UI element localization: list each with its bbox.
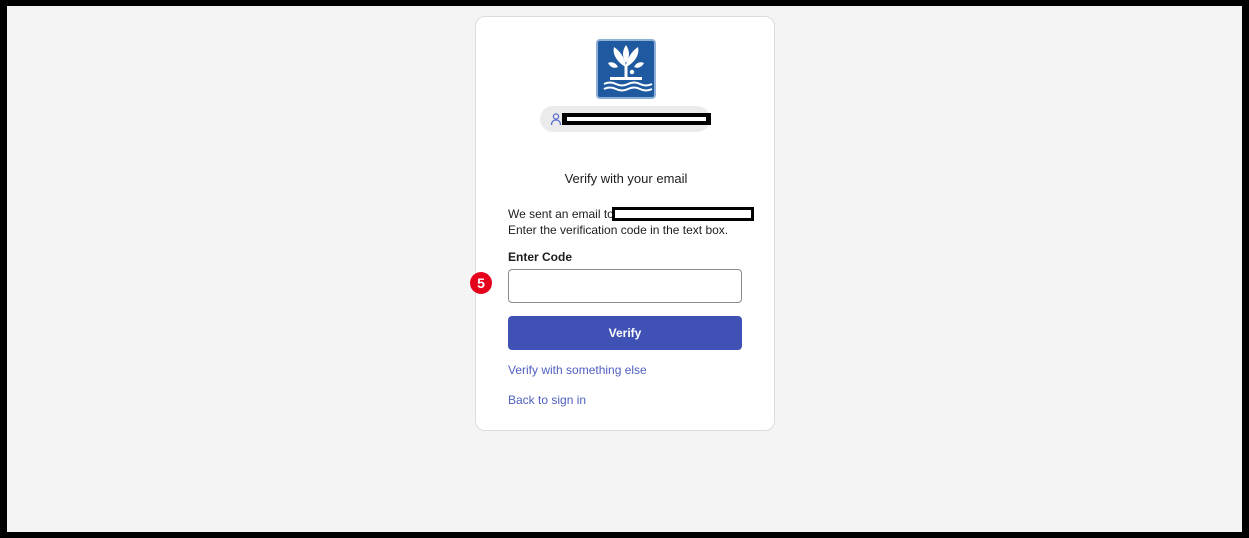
enter-code-instruction: Enter the verification code in the text …	[508, 223, 729, 237]
verification-code-input[interactable]	[508, 269, 742, 303]
verification-card: Verify with your email We sent an email …	[470, 16, 775, 431]
code-field-label: Enter Code	[508, 250, 573, 264]
page-title: Verify with your email	[564, 171, 688, 186]
identifier-pill	[540, 106, 711, 132]
redacted-email	[611, 207, 754, 221]
redacted-username	[562, 113, 711, 125]
tree-water-logo-icon	[603, 45, 653, 92]
step-annotation-badge: 5	[470, 272, 492, 294]
email-sent-text: We sent an email to	[508, 207, 614, 221]
back-to-sign-in-link[interactable]: Back to sign in	[508, 393, 586, 407]
verify-with-something-else-link[interactable]: Verify with something else	[508, 363, 647, 377]
page-background: Verify with your email We sent an email …	[7, 6, 1242, 532]
instructions: We sent an email to Enter the verificati…	[508, 206, 758, 238]
organization-logo	[596, 39, 656, 99]
verify-button[interactable]: Verify	[508, 316, 742, 350]
